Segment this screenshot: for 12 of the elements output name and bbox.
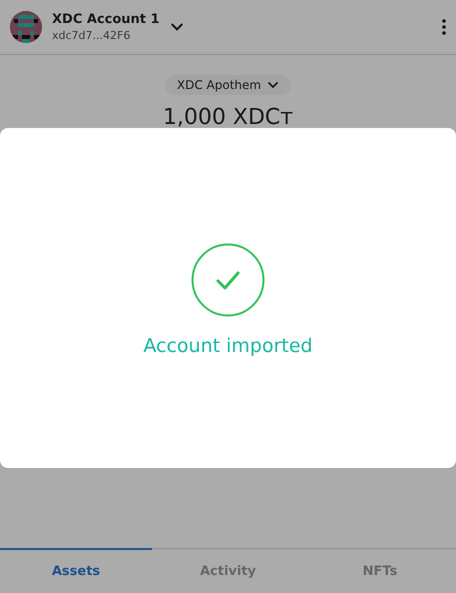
balance-amount: 1,000 XDCт	[162, 105, 294, 130]
network-selector[interactable]: XDC Apothem	[164, 75, 292, 95]
menu-icon[interactable]	[442, 19, 446, 35]
account-name: XDC Account 1	[52, 12, 160, 27]
chevron-down-icon	[267, 79, 280, 91]
avatar-icon	[10, 11, 42, 43]
tab[interactable]: Assets	[0, 548, 152, 593]
account-address: xdc7d7...42F6	[52, 29, 132, 42]
tab[interactable]: Activity	[152, 548, 304, 593]
checkmark-icon	[191, 243, 265, 317]
success-message: Account imported	[143, 335, 313, 357]
tab[interactable]: NFTs	[304, 548, 456, 593]
